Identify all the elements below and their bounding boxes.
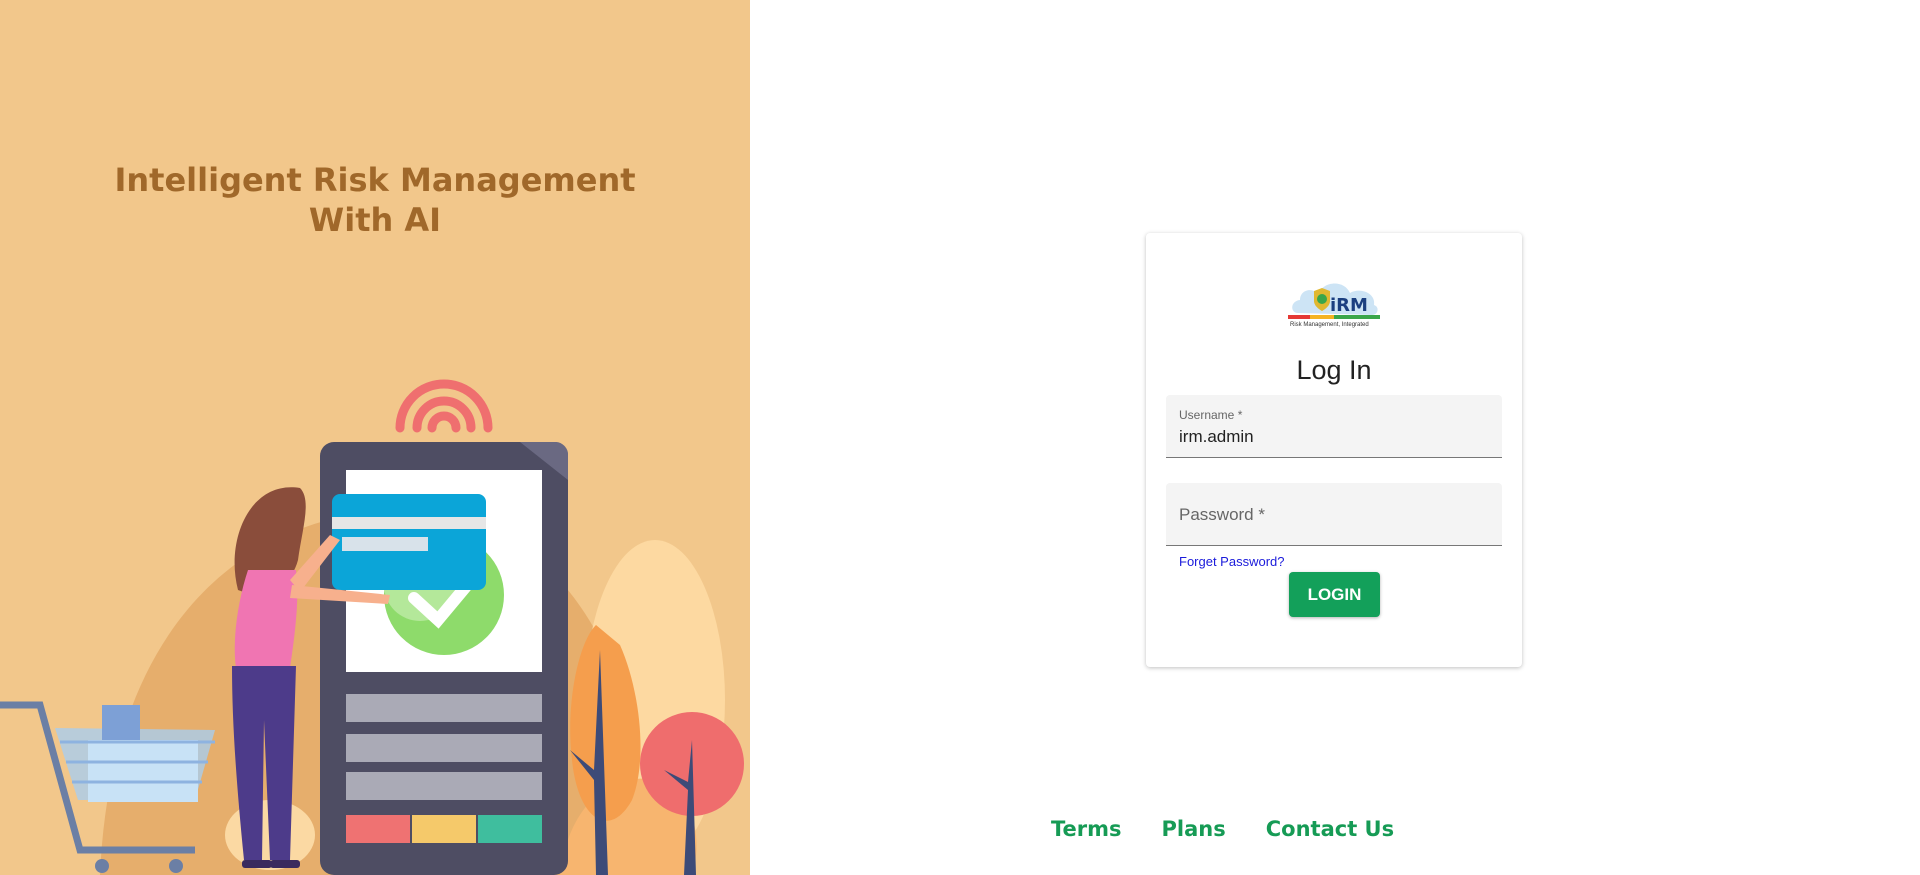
terminal-key-yellow [412,815,476,843]
footer-link-plans[interactable]: Plans [1162,817,1226,841]
hero-headline-line1: Intelligent Risk Management [114,161,636,199]
terminal-key-red [346,815,410,843]
irm-logo: iRM Risk Management, Integrated [1288,283,1380,328]
password-label: Password * [1179,505,1265,524]
hero-headline-line2: With AI [308,201,442,239]
shield-check [1317,294,1327,304]
terminal-bar-3 [346,772,542,800]
woman-shoe-left [242,860,272,868]
logo-tagline: Risk Management, Integrated [1290,322,1369,328]
hero-panel: Intelligent Risk Management With AI [0,0,750,875]
login-button[interactable]: LOGIN [1289,572,1380,617]
footer-links: Terms Plans Contact Us [1051,817,1394,841]
terminal-key-teal [478,815,542,843]
username-input[interactable] [1179,427,1479,447]
woman-shoe-right [270,860,300,868]
shopping-cart-icon [0,701,215,873]
wifi-signal-icon [395,379,493,433]
login-card: iRM Risk Management, Integrated Log In U… [1146,233,1522,667]
woman-shirt [234,570,298,668]
footer-link-terms[interactable]: Terms [1051,817,1122,841]
hero-headline: Intelligent Risk Management With AI [0,160,750,240]
hero-illustration [0,379,744,875]
login-title: Log In [1296,355,1372,385]
username-label: Username * [1179,408,1243,422]
username-field[interactable]: Username * [1166,395,1502,458]
password-field[interactable]: Password * [1166,483,1502,546]
terminal-bar-2 [346,734,542,762]
forget-password-link[interactable]: Forget Password? [1179,554,1285,569]
footer-link-contact[interactable]: Contact Us [1266,817,1394,841]
credit-card-label [342,537,428,551]
logo-wordmark: iRM [1330,295,1368,316]
terminal-bar-1 [346,694,542,722]
credit-card-stripe [332,517,486,529]
